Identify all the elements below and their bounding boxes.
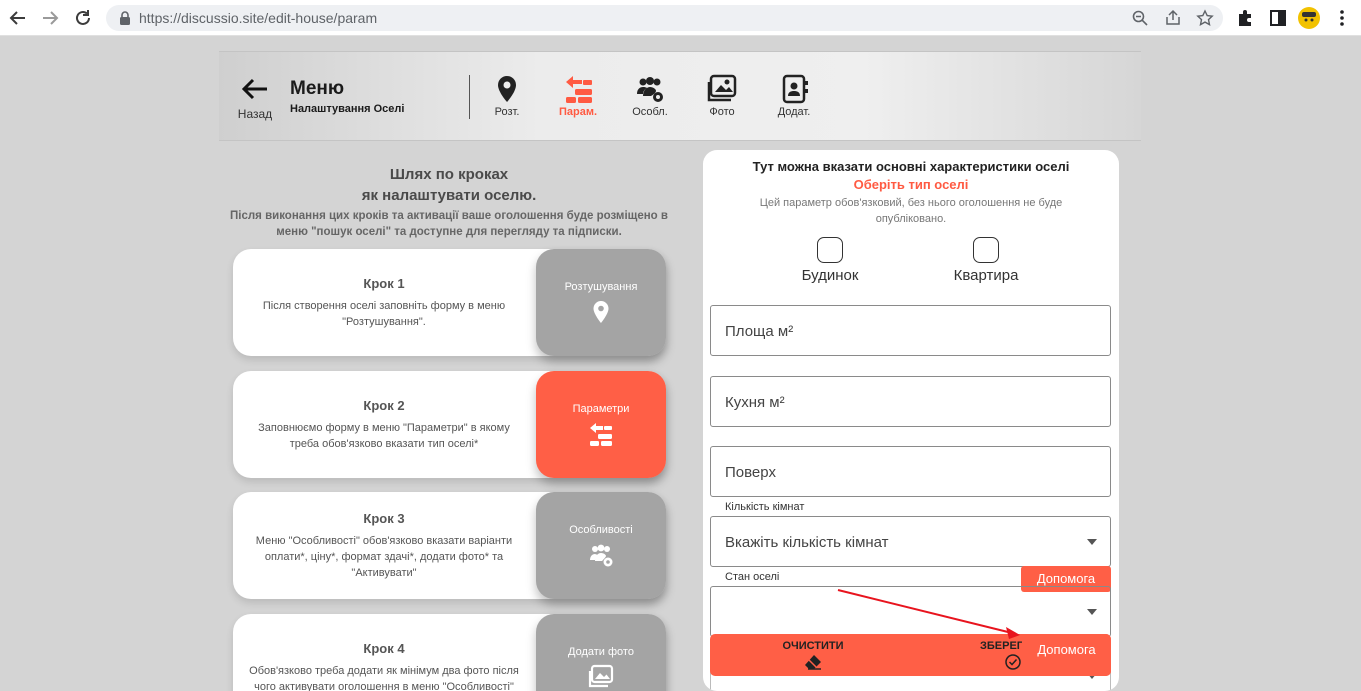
step-title: Крок 3 — [363, 510, 405, 526]
side-panel-icon[interactable] — [1268, 8, 1288, 28]
step-card-4: Крок 4 Обов'язково треба додати як мінім… — [233, 614, 666, 691]
settings-top-nav: Назад Меню Налаштування Оселі Розт. Пара… — [219, 51, 1141, 141]
step-tile-label: Особливості — [569, 523, 633, 536]
nav-photos[interactable]: Фото — [692, 74, 752, 118]
step-card-2: Крок 2 Заповнюємо форму в меню "Параметр… — [233, 371, 666, 478]
browser-toolbar: https://discussio.site/edit-house/param — [0, 0, 1361, 36]
step-description: Обов'язково треба додати як мінімум два … — [249, 664, 519, 691]
save-button[interactable]: ЗБЕРЕГТИ — [980, 640, 1022, 670]
contact-book-icon — [782, 74, 808, 104]
floor-input[interactable]: Поверх — [710, 446, 1111, 497]
check-circle-icon — [1005, 654, 1021, 670]
nav-location[interactable]: Розт. — [477, 74, 537, 118]
rooms-select-value: Вкажіть кількість кімнат — [725, 534, 889, 551]
profile-avatar-icon[interactable] — [1298, 7, 1320, 29]
nav-photos-label: Фото — [709, 106, 735, 118]
reload-icon[interactable] — [71, 6, 95, 30]
forward-nav-icon[interactable] — [38, 6, 62, 30]
house-type-radio[interactable] — [817, 237, 843, 263]
photos-icon — [707, 74, 737, 102]
params-icon — [590, 422, 612, 446]
nav-location-label: Розт. — [494, 106, 520, 118]
users-gear-icon — [637, 77, 663, 102]
step-description: Після створення оселі заповніть форму в … — [262, 299, 506, 328]
step-tile-location[interactable]: Розтушування — [536, 249, 666, 356]
steps-heading-line2: як налаштувати оселю. — [361, 187, 537, 204]
rooms-select[interactable]: Вкажіть кількість кімнат — [710, 516, 1111, 567]
step-tile-photos[interactable]: Додати фото — [536, 614, 666, 691]
rooms-label: Кількість кімнат — [725, 501, 805, 513]
steps-intro: Після виконання цих кроків та активації … — [230, 210, 668, 238]
nav-params[interactable]: Парам. — [548, 74, 608, 118]
chevron-down-icon — [1087, 609, 1097, 615]
nav-extra-label: Додат. — [777, 106, 811, 118]
chevron-down-icon — [1087, 539, 1097, 545]
address-bar[interactable]: https://discussio.site/edit-house/param — [106, 5, 1223, 31]
zoom-icon[interactable] — [1131, 9, 1149, 27]
eraser-icon — [805, 655, 821, 670]
nav-extra[interactable]: Додат. — [764, 74, 824, 118]
photos-icon — [588, 664, 614, 687]
form-subheading: Оберіть тип оселі — [853, 177, 969, 192]
step-tile-features[interactable]: Особливості — [536, 492, 666, 599]
nav-divider — [469, 75, 470, 119]
house-type-label: Будинок — [801, 267, 859, 284]
lock-icon — [120, 11, 130, 25]
menu-subtitle: Налаштування Оселі — [290, 103, 405, 115]
step-description: Заповнюємо форму в меню "Параметри" в як… — [258, 421, 510, 450]
location-pin-icon — [593, 300, 609, 323]
area-input[interactable]: Площа м² — [710, 305, 1111, 356]
clear-button[interactable]: ОЧИСТИТИ — [778, 640, 848, 670]
condition-select[interactable] — [710, 586, 1111, 637]
back-button[interactable]: Назад — [237, 78, 273, 121]
bookmark-star-icon[interactable] — [1196, 9, 1214, 27]
save-label: ЗБЕРЕГТИ — [980, 640, 1022, 652]
help-tooltip-button[interactable]: Допомога — [1022, 634, 1111, 676]
flat-type-label: Квартира — [953, 267, 1019, 284]
kitchen-input[interactable]: Кухня м² — [710, 376, 1111, 427]
nav-params-label: Парам. — [558, 106, 598, 118]
form-action-bar: ОЧИСТИТИ ЗБЕРЕГТИ Допомога — [710, 634, 1111, 676]
step-title: Крок 2 — [363, 397, 405, 413]
step-description: Меню "Особливості" обов'язково вказати в… — [255, 534, 513, 579]
users-gear-icon — [590, 544, 613, 566]
browser-menu-icon[interactable] — [1332, 8, 1352, 28]
form-note: Цей параметр обов'язковий, без нього ого… — [759, 197, 1063, 225]
kitchen-placeholder: Кухня м² — [725, 394, 785, 411]
params-icon — [566, 76, 592, 103]
steps-heading: Шлях по кроках як налаштувати оселю. Піс… — [219, 164, 679, 240]
floor-placeholder: Поверх — [725, 464, 776, 481]
step-tile-label: Розтушування — [564, 280, 638, 293]
extensions-icon[interactable] — [1235, 8, 1255, 28]
step-title: Крок 1 — [363, 275, 405, 291]
step-card-3: Крок 3 Меню "Особливості" обов'язково вк… — [233, 492, 666, 599]
nav-features-label: Особл. — [632, 106, 668, 118]
page: Назад Меню Налаштування Оселі Розт. Пара… — [0, 36, 1361, 691]
step-title: Крок 4 — [363, 640, 405, 656]
arrow-left-icon — [241, 78, 267, 100]
url-text: https://discussio.site/edit-house/param — [139, 10, 378, 26]
step-tile-params[interactable]: Параметри — [536, 371, 666, 478]
form-heading: Тут можна вказати основні характеристики… — [752, 159, 1070, 174]
step-tile-label: Параметри — [572, 402, 630, 415]
location-pin-icon — [498, 76, 516, 102]
step-tile-label: Додати фото — [568, 645, 634, 658]
nav-features[interactable]: Особл. — [620, 74, 680, 118]
menu-title: Меню — [290, 78, 345, 99]
step-card-1: Крок 1 Після створення оселі заповніть ф… — [233, 249, 666, 356]
area-placeholder: Площа м² — [725, 323, 794, 340]
back-nav-icon[interactable] — [6, 6, 30, 30]
condition-label: Стан оселі — [725, 571, 780, 583]
back-label: Назад — [237, 107, 273, 121]
clear-label: ОЧИСТИТИ — [782, 640, 844, 652]
params-form: Тут можна вказати основні характеристики… — [703, 150, 1119, 691]
share-icon[interactable] — [1164, 9, 1182, 27]
flat-type-radio[interactable] — [973, 237, 999, 263]
steps-heading-line1: Шлях по кроках — [389, 166, 509, 183]
